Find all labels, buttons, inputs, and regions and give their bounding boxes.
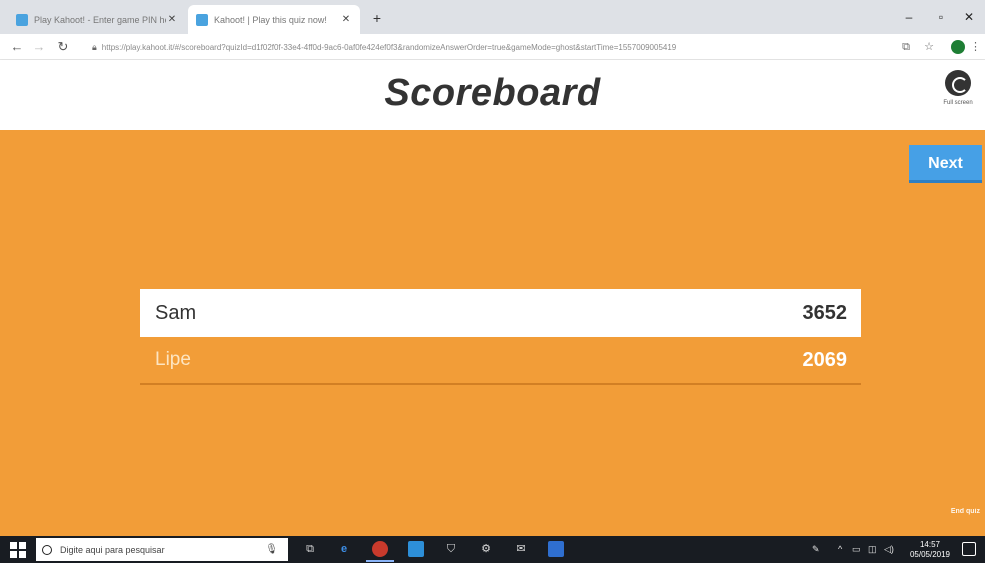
end-quiz-link[interactable]: End quiz bbox=[930, 508, 984, 515]
url-text: https://play.kahoot.it/#/scoreboard?quiz… bbox=[101, 42, 677, 52]
maximize-button[interactable]: ▫ bbox=[930, 8, 952, 26]
fullscreen-button[interactable]: Full screen bbox=[934, 70, 982, 122]
lock-icon: 🔒︎ bbox=[92, 41, 97, 52]
taskbar-search-input[interactable]: Digite aqui para pesquisar 🎙︎ bbox=[36, 538, 288, 561]
kahoot-favicon-icon bbox=[16, 13, 28, 26]
close-tab-icon[interactable]: ✕ bbox=[340, 14, 352, 25]
battery-icon[interactable]: ▭ bbox=[852, 544, 861, 555]
bookmark-star-icon[interactable]: ☆ bbox=[921, 39, 937, 55]
minimize-button[interactable]: – bbox=[898, 8, 920, 26]
page-title: Scoreboard bbox=[384, 72, 601, 114]
next-button[interactable]: Next bbox=[909, 145, 982, 183]
chrome-browser-icon[interactable] bbox=[366, 541, 394, 562]
close-window-button[interactable]: ✕ bbox=[958, 8, 980, 26]
app-gear-icon[interactable]: ⚙ bbox=[478, 541, 494, 557]
tab-label: Play Kahoot! - Enter game PIN here! bbox=[34, 14, 166, 25]
volume-icon[interactable]: ◁) bbox=[884, 544, 894, 555]
fullscreen-icon bbox=[945, 70, 971, 96]
player-score: 2069 bbox=[802, 348, 848, 371]
edge-browser-icon[interactable]: e bbox=[336, 541, 352, 557]
player-score: 3652 bbox=[802, 301, 848, 324]
menu-kebab-icon[interactable]: ⋮ bbox=[970, 39, 981, 55]
people-icon[interactable]: ✎ bbox=[812, 544, 820, 555]
scoreboard-row: Sam 3652 bbox=[140, 289, 861, 337]
windows-start-icon[interactable] bbox=[10, 542, 26, 558]
network-icon[interactable]: ◫ bbox=[868, 544, 877, 555]
kahoot-favicon-icon bbox=[196, 13, 208, 26]
tray-chevron-up-icon[interactable]: ^ bbox=[838, 544, 842, 554]
cortana-circle-icon bbox=[42, 544, 52, 555]
profile-avatar[interactable] bbox=[951, 40, 965, 54]
back-arrow-icon[interactable]: ← bbox=[8, 38, 26, 56]
notification-center-icon[interactable] bbox=[962, 542, 976, 556]
clock-date: 05/05/2019 bbox=[909, 550, 951, 559]
new-tab-button[interactable]: + bbox=[368, 9, 386, 27]
taskbar-clock[interactable]: 14:57 05/05/2019 bbox=[908, 540, 952, 560]
close-tab-icon[interactable]: ✕ bbox=[166, 14, 178, 25]
fullscreen-label: Full screen bbox=[943, 100, 973, 106]
browser-tab-kahoot-quiz[interactable]: Kahoot! | Play this quiz now! ✕ bbox=[188, 5, 360, 34]
forward-arrow-icon[interactable]: → bbox=[30, 38, 48, 56]
reload-icon[interactable]: ↻ bbox=[54, 38, 72, 56]
search-placeholder: Digite aqui para pesquisar bbox=[60, 544, 165, 555]
file-explorer-icon[interactable] bbox=[408, 541, 424, 557]
browser-toolbar: ← → ↻ 🔒︎ https://play.kahoot.it/#/scoreb… bbox=[0, 34, 985, 60]
browser-tab-play-kahoot[interactable]: Play Kahoot! - Enter game PIN here! ✕ bbox=[8, 5, 186, 34]
player-name: Lipe bbox=[155, 349, 191, 370]
tab-label: Kahoot! | Play this quiz now! bbox=[214, 14, 327, 25]
browser-tab-strip: Play Kahoot! - Enter game PIN here! ✕ Ka… bbox=[0, 0, 985, 34]
translate-icon[interactable]: ⧉ bbox=[898, 39, 914, 55]
mail-icon[interactable]: ✉ bbox=[513, 541, 529, 557]
app-window-icon[interactable] bbox=[548, 541, 564, 557]
clock-time: 14:57 bbox=[919, 540, 941, 549]
windows-taskbar: Digite aqui para pesquisar 🎙︎ ⧉ e ⛉ ⚙ ✉ … bbox=[0, 536, 985, 563]
kahoot-header: Scoreboard bbox=[0, 60, 985, 130]
scoreboard-row: Lipe 2069 bbox=[140, 337, 861, 385]
microphone-icon[interactable]: 🎙︎ bbox=[265, 544, 278, 555]
task-view-icon[interactable]: ⧉ bbox=[302, 541, 318, 557]
store-bag-icon[interactable]: ⛉ bbox=[443, 541, 459, 557]
address-bar[interactable]: 🔒︎ https://play.kahoot.it/#/scoreboard?q… bbox=[84, 37, 864, 57]
player-name: Sam bbox=[155, 301, 197, 324]
